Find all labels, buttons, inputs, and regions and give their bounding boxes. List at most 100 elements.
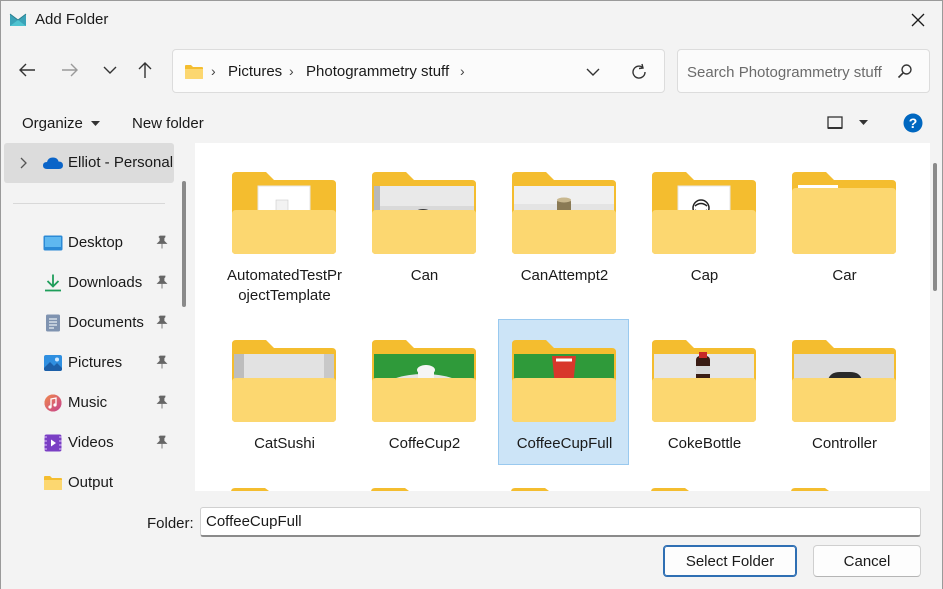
folder-item-automatedtestprojecttemplate[interactable]: AutomatedTestPr ojectTemplate: [218, 151, 349, 304]
address-history-button[interactable]: [579, 59, 607, 85]
chevron-down-icon: [586, 68, 600, 76]
videos-icon: [44, 434, 62, 452]
recent-locations-button[interactable]: [95, 55, 125, 85]
sidebar-item-onedrive[interactable]: Elliot - Personal: [4, 143, 174, 183]
folder-item-coffecup2[interactable]: CoffeCup2: [358, 319, 489, 465]
pin-icon: [156, 235, 168, 249]
sidebar-item-desktop[interactable]: Desktop: [1, 225, 181, 261]
download-icon: [45, 274, 61, 292]
folder-item-can[interactable]: Can: [358, 151, 489, 297]
address-bar[interactable]: › Pictures › Photogrammetry stuff ›: [172, 49, 665, 93]
pin-icon: [156, 355, 168, 369]
breadcrumb-pictures[interactable]: Pictures: [228, 63, 282, 80]
search-box[interactable]: [677, 49, 930, 93]
folder-name: CokeBottle: [667, 435, 742, 452]
caret-down-icon: [859, 120, 869, 126]
chevron-down-icon: [103, 66, 117, 74]
folder-name: CanAttempt2: [520, 267, 609, 284]
breadcrumb-photogrammetry-stuff[interactable]: Photogrammetry stuff: [306, 63, 449, 80]
back-button[interactable]: [12, 55, 42, 85]
folder-item-controller[interactable]: Controller: [778, 319, 909, 465]
search-input[interactable]: [687, 62, 892, 82]
close-button[interactable]: [900, 5, 936, 35]
up-button[interactable]: [130, 55, 160, 85]
folder-name: Car: [832, 267, 857, 284]
scrollbar-thumb[interactable]: [933, 163, 937, 291]
folder-icon: [512, 172, 616, 254]
help-button[interactable]: ?: [903, 113, 923, 137]
sidebar-divider: [13, 203, 165, 204]
folder-name-line: ojectTemplate: [238, 287, 331, 304]
folder-icon: [232, 172, 336, 254]
folder-name: Can: [410, 267, 439, 284]
navigation-pane: Elliot - Personal Desktop Downloads Docu…: [1, 143, 191, 491]
sidebar-item-label: Documents: [68, 314, 144, 331]
folder-field-label: Folder:: [147, 515, 194, 532]
view-options-button[interactable]: [827, 114, 869, 131]
sidebar-item-documents[interactable]: Documents: [1, 305, 181, 341]
sidebar-item-label: Desktop: [68, 234, 124, 251]
sidebar-item-videos[interactable]: Videos: [1, 425, 181, 461]
arrow-up-icon: [138, 62, 152, 78]
caret-down-icon: [91, 121, 101, 127]
organize-menu[interactable]: Organize: [22, 115, 101, 132]
pictures-icon: [44, 355, 62, 371]
folder-grid: AutomatedTestPr ojectTemplate Can CanAtt…: [195, 143, 930, 491]
refresh-button[interactable]: [625, 59, 653, 85]
sidebar-item-downloads[interactable]: Downloads: [1, 265, 181, 301]
refresh-icon: [632, 63, 646, 79]
arrow-left-icon: [19, 63, 35, 77]
organize-label: Organize: [22, 115, 83, 132]
folder-grid-scrollbar[interactable]: [930, 143, 942, 491]
new-folder-button[interactable]: New folder: [132, 115, 204, 132]
breadcrumb-separator-icon: ›: [289, 63, 294, 79]
chevron-right-icon: [20, 157, 27, 169]
forward-button[interactable]: [55, 55, 85, 85]
folder-item-car[interactable]: Car: [778, 151, 909, 297]
folder-item-canattempt2[interactable]: CanAttempt2: [498, 151, 629, 297]
folder-name: Controller: [811, 435, 878, 452]
sidebar-item-label: Output: [68, 474, 114, 491]
sidebar-item-music[interactable]: Music: [1, 385, 181, 421]
sidebar-item-pictures[interactable]: Pictures: [1, 345, 181, 381]
folder-name: CatSushi: [254, 435, 315, 452]
cancel-button[interactable]: Cancel: [813, 545, 921, 577]
folder-icon: [44, 476, 62, 490]
documents-icon: [46, 314, 60, 332]
dialog-footer: Folder: Select Folder Cancel: [1, 491, 942, 589]
sidebar-item-label: Pictures: [68, 354, 123, 371]
folder-name-field[interactable]: [200, 507, 921, 537]
navigation-bar: › Pictures › Photogrammetry stuff ›: [1, 41, 942, 101]
folder-icon: [372, 172, 476, 254]
pin-icon: [156, 435, 168, 449]
pin-icon: [156, 395, 168, 409]
folder-name-line: AutomatedTestPr: [226, 267, 343, 284]
pin-icon: [156, 275, 168, 289]
window-title: Add Folder: [35, 11, 109, 28]
desktop-icon: [43, 235, 63, 251]
folder-icon: [792, 340, 896, 422]
music-icon: [44, 394, 62, 412]
folder-name: CoffeeCupFull: [516, 435, 613, 452]
breadcrumb-separator-icon: ›: [211, 63, 216, 79]
view-layout-icon: [827, 116, 843, 130]
title-bar: Add Folder: [1, 1, 942, 39]
folder-icon: [185, 65, 203, 79]
sidebar-item-output[interactable]: Output: [1, 465, 181, 491]
command-bar: Organize New folder ?: [1, 103, 942, 143]
folder-item-cap[interactable]: Cap: [638, 151, 769, 297]
cloud-icon: [43, 157, 63, 169]
breadcrumb-separator-icon: ›: [460, 63, 465, 79]
folder-item-cokebottle[interactable]: CokeBottle: [638, 319, 769, 465]
sidebar-item-label: Downloads: [68, 274, 143, 291]
sidebar-item-label: Music: [68, 394, 108, 411]
folder-name: CoffeCup2: [388, 435, 461, 452]
folder-item-catsushi[interactable]: CatSushi: [218, 319, 349, 465]
navigation-pane-scrollbar[interactable]: [182, 181, 186, 307]
folder-name: Cap: [690, 267, 719, 284]
folder-icon: [792, 172, 896, 254]
folder-item-coffeecupfull[interactable]: CoffeeCupFull: [498, 319, 629, 465]
svg-text:?: ?: [909, 115, 918, 131]
select-folder-button[interactable]: Select Folder: [663, 545, 797, 577]
folder-icon: [652, 172, 756, 254]
